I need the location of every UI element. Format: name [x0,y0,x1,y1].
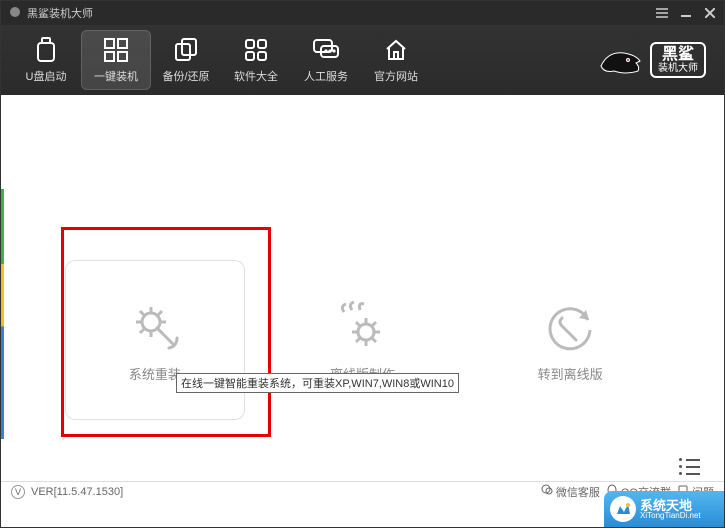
toolbar-item-support[interactable]: 人工服务 [291,30,361,90]
card-offline-make[interactable]: 离线版制作 [272,260,452,420]
card-goto-offline[interactable]: 转到离线版 [480,260,660,420]
card-label: 系统重装 [129,364,181,383]
card-system-reinstall[interactable]: 系统重装 [65,260,245,420]
main-content: 系统重装 离线版制作 转到离线版 在线一键智能重 [1,95,724,485]
gear-wrench-icon [127,298,183,354]
toolbar-item-backup-restore[interactable]: 备份/还原 [151,30,221,90]
watermark-title: 系统天地 [640,499,701,512]
toolbar-item-software[interactable]: 软件大全 [221,30,291,90]
toolbar-label: U盘启动 [26,68,67,84]
tooltip: 在线一键智能重装系统，可重装XP,WIN7,WIN8或WIN10 [176,373,459,393]
brand-subtitle: 装机大师 [658,63,698,74]
close-icon[interactable] [704,7,716,19]
watermark-url: XiTongTianDi.net [640,512,701,520]
titlebar: 黑鲨装机大师 [1,1,724,25]
shark-icon [596,41,644,79]
home-icon [382,36,410,64]
toolbar-label: 人工服务 [304,68,348,84]
toolbar-label: 一键装机 [94,68,138,84]
brand-logo: 黑鲨 装机大师 [596,41,714,79]
main-toolbar: U盘启动 一键装机 备份/还原 软件大全 人工服务 官方网站 [1,25,724,95]
toolbar-label: 备份/还原 [162,68,209,84]
refresh-wrench-icon [542,298,598,354]
card-label: 转到离线版 [538,364,603,383]
version-badge-icon: V [11,485,25,499]
windows-icon [102,36,130,64]
copy-icon [172,36,200,64]
chat-icon [312,36,340,64]
watermark-icon [610,496,636,522]
menu-icon[interactable] [656,7,668,19]
apps-icon [242,36,270,64]
usb-icon [32,36,60,64]
toolbar-item-website[interactable]: 官方网站 [361,30,431,90]
minimize-icon[interactable] [680,7,692,19]
toolbar-label: 官方网站 [374,68,418,84]
wechat-support-link[interactable]: 微信客服 [541,484,600,500]
list-toggle-button[interactable] [679,458,700,475]
watermark: 系统天地 XiTongTianDi.net [604,491,724,527]
offline-gear-icon [334,298,390,354]
app-title: 黑鲨装机大师 [27,5,93,21]
toolbar-item-one-click-install[interactable]: 一键装机 [81,30,151,90]
app-icon [9,6,21,21]
toolbar-item-usb-boot[interactable]: U盘启动 [11,30,81,90]
wechat-icon [541,484,553,499]
version-text: VER[11.5.47.1530] [31,486,123,498]
brand-title: 黑鲨 [658,46,698,64]
toolbar-label: 软件大全 [234,68,278,84]
